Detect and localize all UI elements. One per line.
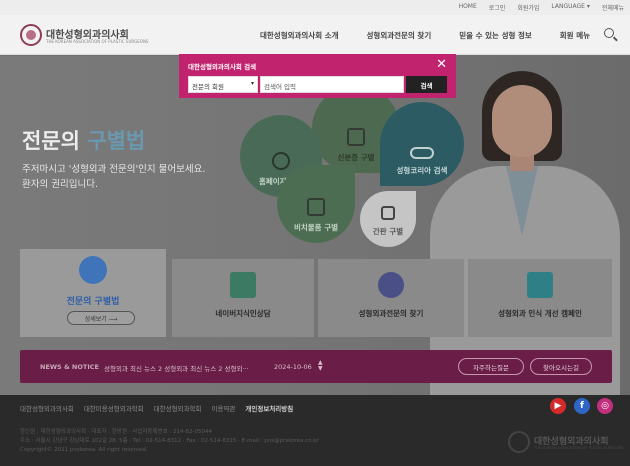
footer-info-line1: 한인원 : 대한성형외과의사회 · 대표자 : 한방원 · 사업자등록번호 : … [20,429,213,435]
util-link-language[interactable]: LANGUAGE ▾ [551,3,589,12]
directions-button[interactable]: 찾아오시는길 [530,358,592,375]
globe-monitor-icon [272,152,290,170]
facebook-icon[interactable]: f [574,398,590,414]
faq-label: 자주하는질문 [473,363,509,372]
bubble-signboard[interactable]: 간판 구별 [360,191,416,247]
footer-logo-icon [508,431,530,453]
hero-description: 주저마시고 '성형외과 전문의'인지 물어보세요. 환자의 권리입니다. [22,162,205,192]
footer-links: 대한성형외과의사회 대한미용성형외과학회 대한성형외과학회 이용약관 개인정보처… [20,403,293,413]
search-modal: 대한성형외과의사회 검색 ✕ 전문의 회원 ▾ 검색어 입력 검색 [179,54,456,98]
util-link-home[interactable]: HOME [459,3,477,12]
nav-item-about[interactable]: 대한성형외과의사회 소개 [260,30,339,41]
news-headline[interactable]: 성형외과 최신 뉴스 2 성형외과 최신 뉴스 2 성형외··· [104,363,249,373]
person-add-icon [79,256,107,284]
news-label: NEWS & NOTICE [40,363,99,371]
megaphone-icon [527,272,553,298]
bubble-label: 간판 구별 [372,227,404,236]
news-nav-arrows[interactable]: ▲ ▼ [318,360,323,372]
faq-button[interactable]: 자주하는질문 [458,358,524,375]
card-naver-qa[interactable]: 네이버지식인상담 [172,259,314,337]
footer-info-line2: 주소 : 서울시 강남구 강남대로 102길 28, 5층 · Tel : 02… [20,438,319,444]
card-label: 네이버지식인상담 [215,309,271,318]
bubble-label: 신분증 구별 [337,153,375,162]
hero-section: 전문의 구별법 주저마시고 '성형외과 전문의'인지 물어보세요. 환자의 권리… [0,56,630,396]
util-link-signup[interactable]: 회원가입 [517,3,539,12]
footer-link-privacy[interactable]: 개인정보처리방침 [245,403,293,413]
util-link-login[interactable]: 로그인 [489,3,506,12]
hero-title-highlight: 구별법 [87,129,146,153]
bubble-supplies[interactable]: 비치물품 구별 [277,165,355,243]
close-icon[interactable]: ✕ [436,58,447,71]
search-button[interactable]: 검색 [406,76,447,93]
bubble-label: 비치물품 구별 [293,223,338,232]
logo-subtitle: THE KOREAN ASSOCIATION OF PLASTIC SURGEO… [46,39,149,44]
magnifier-icon [378,272,404,298]
footer-link-terms[interactable]: 이용약관 [211,403,235,413]
hero-desc-line1: 주저마시고 '성형외과 전문의'인지 물어보세요. [22,164,206,175]
main-nav: 대한성형외과의사회 소개 성형외과전문의 찾기 믿을 수 있는 성형 정보 회원… [260,30,590,41]
footer-link[interactable]: 대한미용성형외과학회 [84,403,144,413]
medical-cross-icon [381,206,395,220]
more-button[interactable]: 상세보기 ⟶ [67,311,135,325]
nav-item-find-specialist[interactable]: 성형외과전문의 찾기 [367,30,432,41]
utility-links: HOME 로그인 회원가입 LANGUAGE ▾ 전체메뉴 [459,3,624,12]
site-footer: 대한성형외과의사회 대한미용성형외과학회 대한성형외과학회 이용약관 개인정보처… [0,395,630,466]
chevron-down-icon: ▾ [250,80,254,87]
graduation-cap-icon [230,272,256,298]
nav-item-member[interactable]: 회원 메뉴 [560,30,590,41]
footer-logo-subtitle: THE KOREAN ASSOCIATION OF PLASTIC SURGEO… [534,446,624,450]
utility-bar: HOME 로그인 회원가입 LANGUAGE ▾ 전체메뉴 [0,0,630,15]
youtube-icon[interactable]: ▶ [550,398,566,414]
news-bar: NEWS & NOTICE 성형외과 최신 뉴스 2 성형외과 최신 뉴스 2 … [20,350,612,383]
footer-info: 한인원 : 대한성형외과의사회 · 대표자 : 한방원 · 사업자등록번호 : … [20,428,319,455]
card-find-specialist[interactable]: 성형외과전문의 찾기 [318,259,464,337]
site-header: 대한성형외과의사회 THE KOREAN ASSOCIATION OF PLAS… [0,15,630,55]
footer-link[interactable]: 대한성형외과학회 [154,403,202,413]
search-input[interactable]: 검색어 입력 [260,76,404,93]
category-select-value: 전문의 회원 [192,83,224,91]
instagram-icon[interactable]: ◎ [597,398,613,414]
hero-title: 전문의 구별법 [22,125,145,155]
hero-title-plain: 전문의 [22,129,88,153]
search-icon[interactable] [604,28,614,38]
footer-link[interactable]: 대한성형외과의사회 [20,403,74,413]
card-label: 성형외과전문의 찾기 [358,309,424,318]
util-link-sitemap[interactable]: 전체메뉴 [602,3,624,12]
card-label: 전문의 구별법 [66,297,120,307]
hero-desc-line2: 환자의 권리입니다. [22,179,98,190]
modal-title: 대한성형외과의사회 검색 [188,63,257,71]
doctor-image [430,71,620,396]
certificate-icon [307,198,325,216]
category-select[interactable]: 전문의 회원 ▾ [188,76,258,93]
directions-label: 찾아오시는길 [543,363,579,372]
search-input-placeholder: 검색어 입력 [264,83,296,91]
logo-icon[interactable] [20,24,42,46]
news-date: 2024-10-06 [274,363,312,371]
id-card-icon [347,128,365,146]
card-label: 성형외과 인식 개선 캠페인 [498,309,582,318]
card-specialist-check[interactable]: 전문의 구별법 상세보기 ⟶ [20,249,166,337]
nav-item-info[interactable]: 믿을 수 있는 성형 정보 [459,30,532,41]
footer-copyright: Copyright© 2021 pnskorea. All right rese… [20,447,148,453]
card-campaign[interactable]: 성형외과 인식 개선 캠페인 [468,259,612,337]
